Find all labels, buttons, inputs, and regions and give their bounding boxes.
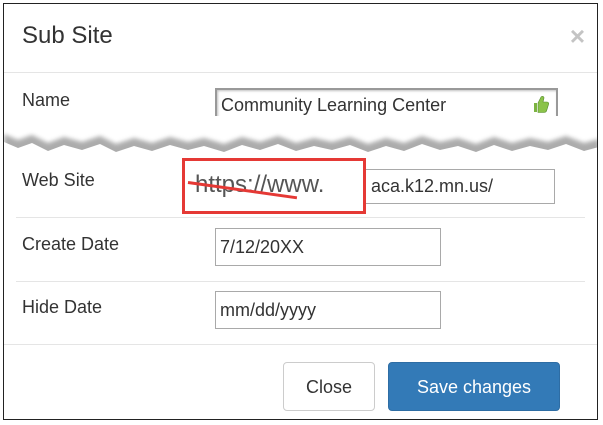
create-date-field[interactable] [215, 228, 441, 266]
thumbs-up-icon [534, 96, 549, 113]
close-button[interactable]: Close [283, 362, 375, 411]
dialog-header: Sub Site × [4, 4, 597, 73]
create-date-label: Create Date [22, 234, 120, 254]
name-label: Name [22, 90, 71, 110]
close-icon[interactable]: × [570, 23, 585, 49]
sub-site-dialog: Sub Site × Name Web Site https://www. Cr… [3, 3, 598, 420]
web-site-label: Web Site [22, 170, 95, 190]
save-changes-button[interactable]: Save changes [388, 362, 560, 411]
hide-date-label: Hide Date [22, 297, 103, 317]
dialog-footer: Close Save changes [4, 344, 597, 419]
dialog-title: Sub Site [22, 22, 113, 49]
url-annotation-box: https://www. [182, 158, 366, 214]
hide-date-field[interactable] [215, 291, 441, 329]
